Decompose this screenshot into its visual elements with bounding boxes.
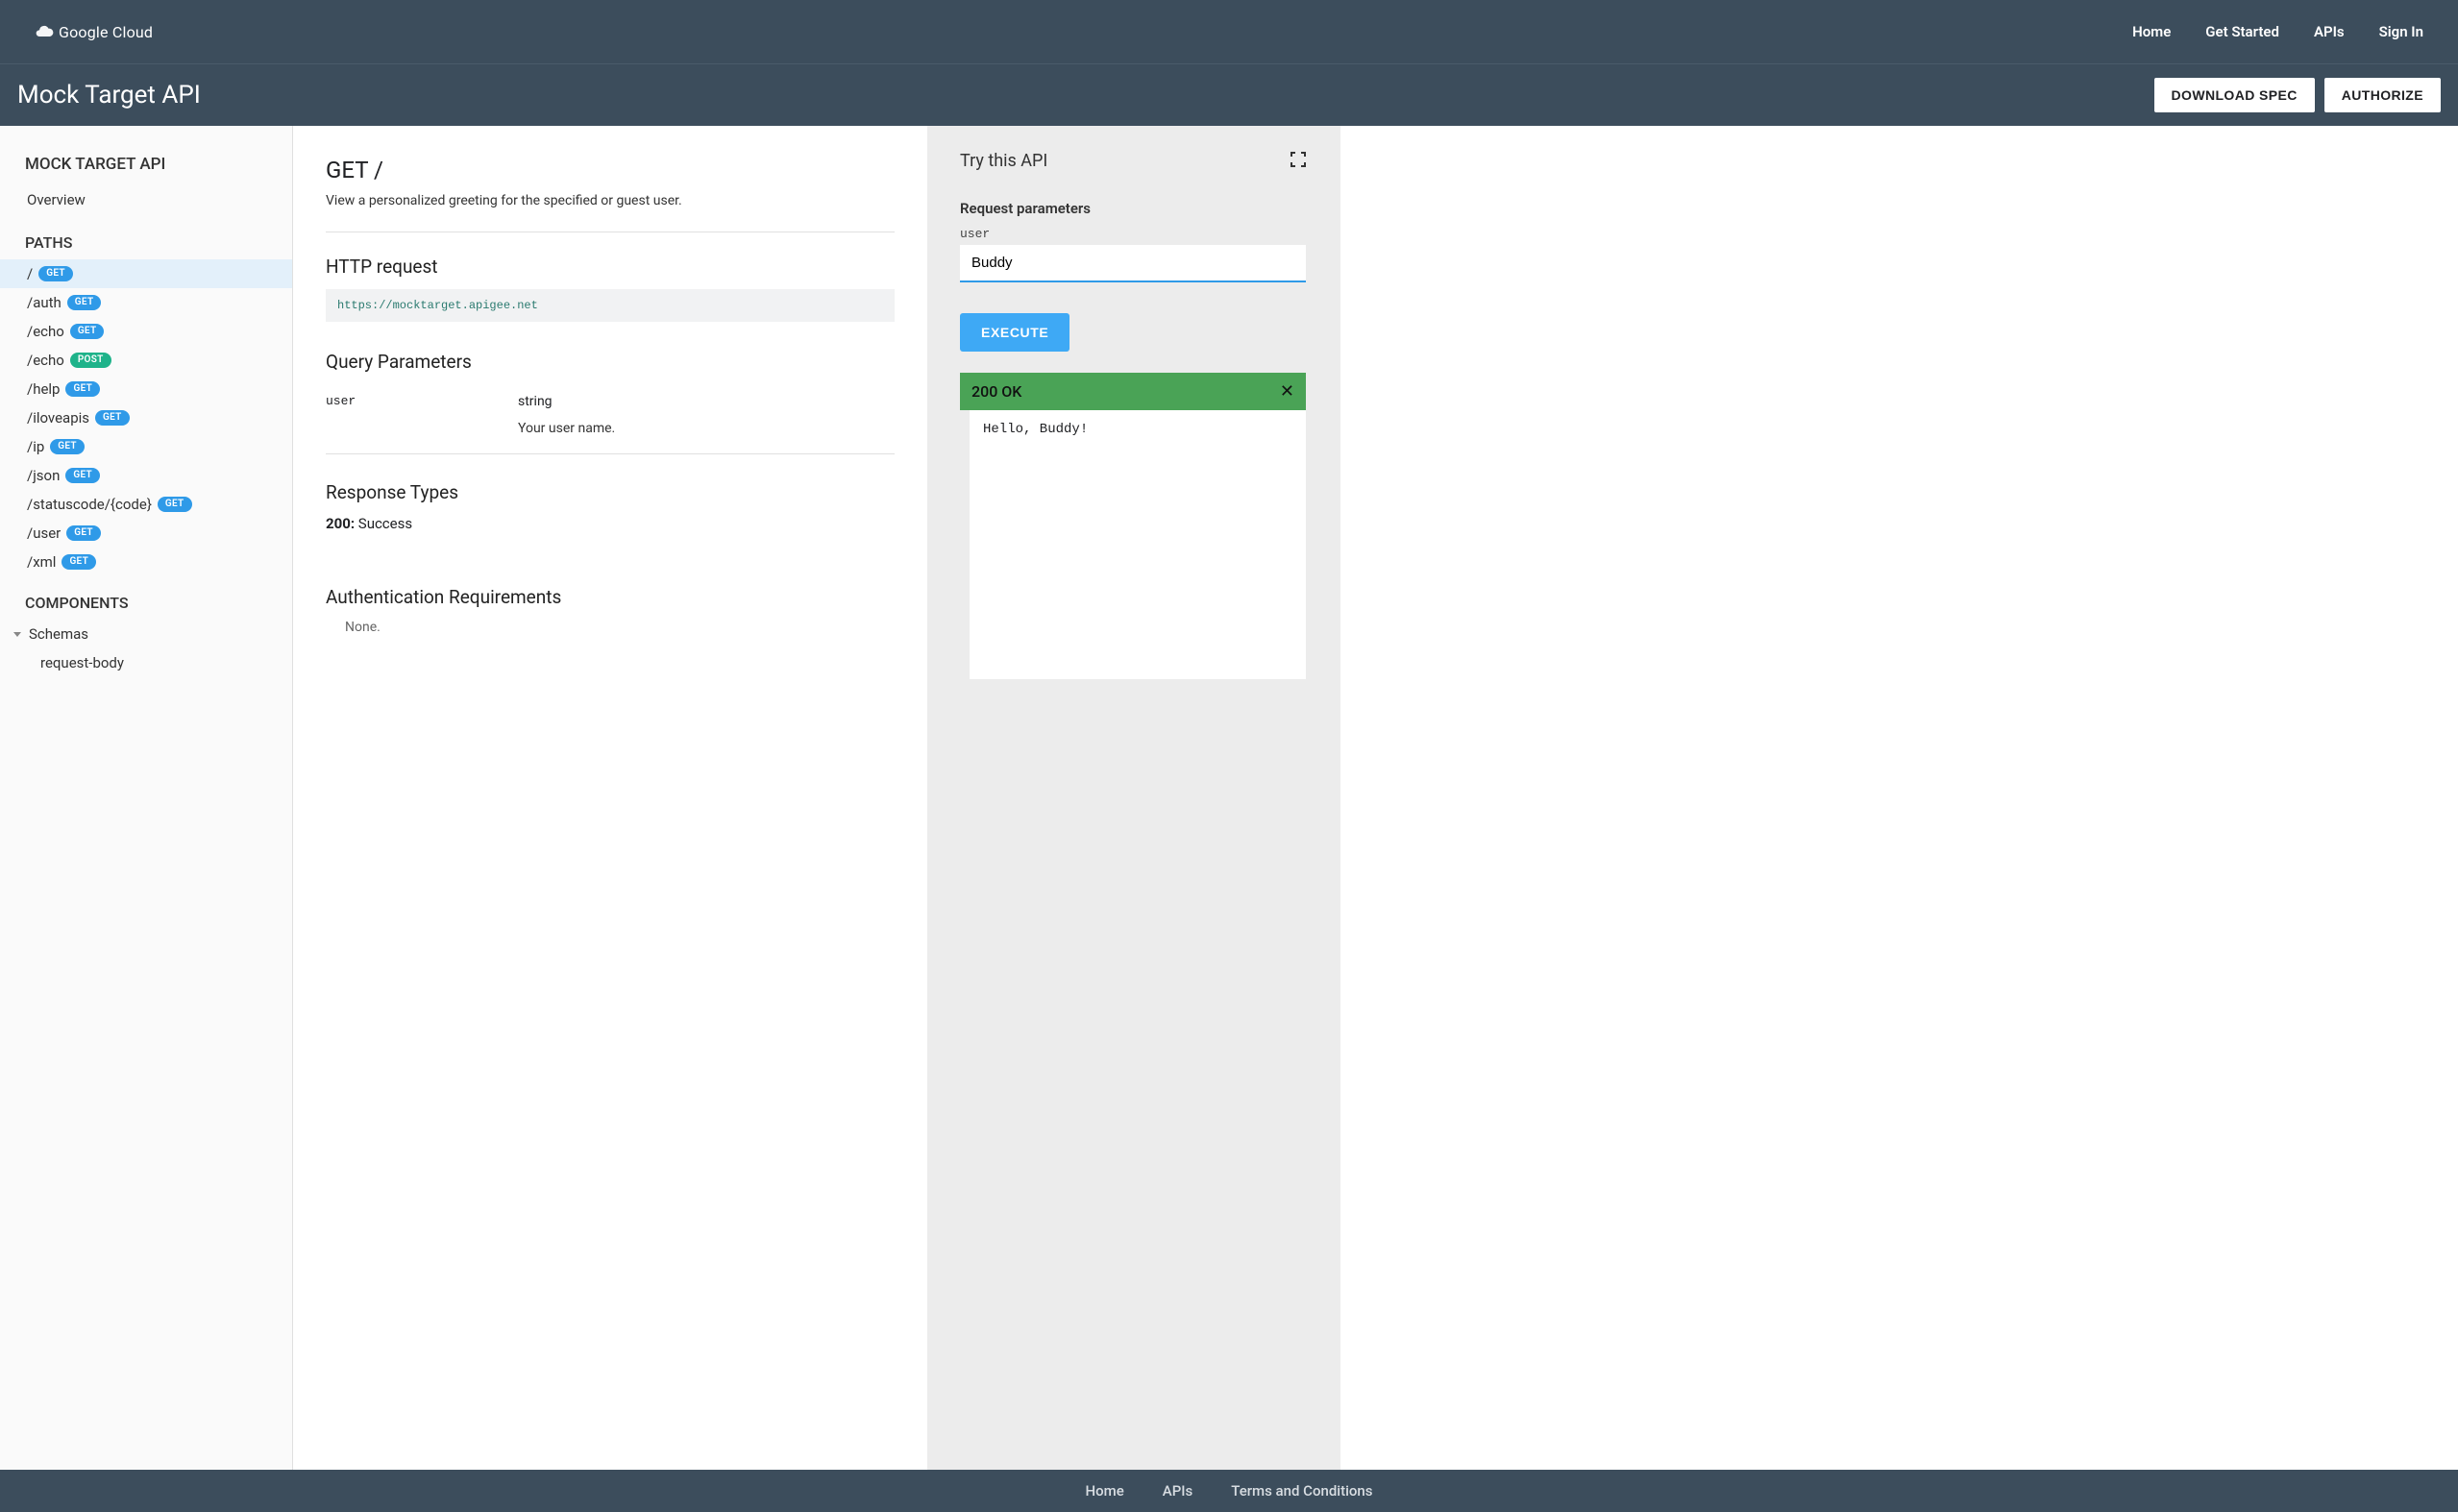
footer: Home APIs Terms and Conditions — [0, 1470, 2458, 1512]
method-badge: GET — [65, 381, 100, 397]
method-badge: GET — [67, 295, 102, 310]
chevron-down-icon — [13, 632, 21, 637]
sidebar-paths-label: PATHS — [0, 216, 292, 259]
paths-list: /GET/authGET/echoGET/echoPOST/helpGET/il… — [0, 259, 292, 576]
logo[interactable]: Google Cloud — [35, 22, 153, 41]
path-item[interactable]: /help GET — [0, 375, 292, 403]
nav-get-started[interactable]: Get Started — [2205, 23, 2279, 40]
path-text: /statuscode/{code} — [27, 496, 152, 513]
path-text: /ip — [27, 438, 44, 455]
sidebar-overview[interactable]: Overview — [0, 183, 292, 216]
method-badge: GET — [50, 439, 85, 454]
path-item[interactable]: /iloveapis GET — [0, 403, 292, 432]
query-param-name: user — [326, 394, 518, 436]
subheader: Mock Target API DOWNLOAD SPEC AUTHORIZE — [0, 63, 2458, 126]
response-types-heading: Response Types — [326, 481, 895, 503]
main-content: GET / View a personalized greeting for t… — [293, 126, 927, 1470]
method-badge: GET — [70, 324, 105, 339]
path-text: /xml — [27, 553, 56, 571]
method-badge: GET — [61, 554, 96, 570]
try-param-name: user — [960, 227, 1306, 241]
close-icon[interactable]: ✕ — [1280, 381, 1294, 402]
result-box: 200 OK ✕ Hello, Buddy! — [960, 373, 1306, 679]
path-text: /help — [27, 380, 60, 398]
http-url-box: https://mocktarget.apigee.net — [326, 289, 895, 322]
sidebar-components-label: COMPONENTS — [0, 576, 292, 620]
topnav-links: Home Get Started APIs Sign In — [2132, 23, 2423, 40]
query-param-row: user string Your user name. — [326, 384, 895, 454]
path-text: /json — [27, 467, 60, 484]
response-body: Hello, Buddy! — [960, 410, 1306, 679]
path-item[interactable]: /ip GET — [0, 432, 292, 461]
path-text: /echo — [27, 323, 64, 340]
auth-none: None. — [326, 620, 895, 635]
footer-terms[interactable]: Terms and Conditions — [1231, 1482, 1372, 1500]
path-item[interactable]: /json GET — [0, 461, 292, 490]
download-spec-button[interactable]: DOWNLOAD SPEC — [2154, 78, 2315, 112]
method-badge: GET — [38, 266, 73, 281]
http-request-heading: HTTP request — [326, 256, 895, 278]
response-line: 200: Success — [326, 515, 895, 532]
api-title: Mock Target API — [17, 81, 201, 110]
path-text: / — [27, 265, 33, 282]
endpoint-description: View a personalized greeting for the spe… — [326, 193, 895, 208]
nav-home[interactable]: Home — [2132, 23, 2171, 40]
query-param-desc: Your user name. — [518, 421, 895, 436]
layout: MOCK TARGET API Overview PATHS / GET/auth… — [0, 126, 2458, 1470]
try-panel: Try this API Request parameters user EXE… — [927, 126, 1340, 1470]
query-params-heading: Query Parameters — [326, 351, 895, 373]
path-text: /echo — [27, 352, 64, 369]
query-param-type: string — [518, 394, 895, 409]
method-badge: GET — [66, 525, 101, 541]
nav-sign-in[interactable]: Sign In — [2379, 23, 2423, 40]
path-item[interactable]: /auth GET — [0, 288, 292, 317]
endpoint-title: GET / — [326, 157, 895, 183]
response-code: 200: — [326, 515, 355, 532]
schemas-label: Schemas — [29, 625, 88, 643]
cloud-logo-icon — [35, 22, 54, 41]
top-nav: Google Cloud Home Get Started APIs Sign … — [0, 0, 2458, 63]
schema-item-request-body[interactable]: request-body — [0, 648, 292, 677]
request-parameters-label: Request parameters — [960, 200, 1306, 217]
method-badge: GET — [65, 468, 100, 483]
logo-text: Google Cloud — [59, 23, 153, 41]
method-badge: GET — [158, 497, 192, 512]
try-title: Try this API — [960, 151, 1047, 171]
method-badge: GET — [95, 410, 130, 426]
schemas-tree-node[interactable]: Schemas — [0, 620, 292, 648]
authorize-button[interactable]: AUTHORIZE — [2324, 78, 2441, 112]
footer-apis[interactable]: APIs — [1163, 1482, 1193, 1500]
status-text: 200 OK — [971, 382, 1021, 401]
path-item[interactable]: /echo GET — [0, 317, 292, 346]
path-item[interactable]: /echo POST — [0, 346, 292, 375]
footer-home[interactable]: Home — [1085, 1482, 1123, 1500]
nav-apis[interactable]: APIs — [2314, 23, 2345, 40]
method-badge: POST — [70, 353, 111, 368]
path-item[interactable]: /xml GET — [0, 548, 292, 576]
expand-icon[interactable] — [1290, 152, 1306, 171]
status-bar: 200 OK ✕ — [960, 373, 1306, 410]
path-item[interactable]: /statuscode/{code} GET — [0, 490, 292, 519]
sidebar-api-title: MOCK TARGET API — [0, 149, 292, 183]
path-text: /user — [27, 524, 61, 542]
response-desc: Success — [358, 515, 412, 532]
path-item[interactable]: /user GET — [0, 519, 292, 548]
execute-button[interactable]: EXECUTE — [960, 313, 1069, 352]
user-input[interactable] — [960, 245, 1306, 282]
path-text: /auth — [27, 294, 61, 311]
auth-requirements-heading: Authentication Requirements — [326, 586, 895, 608]
path-text: /iloveapis — [27, 409, 89, 427]
sidebar: MOCK TARGET API Overview PATHS / GET/auth… — [0, 126, 293, 1470]
path-item[interactable]: / GET — [0, 259, 292, 288]
